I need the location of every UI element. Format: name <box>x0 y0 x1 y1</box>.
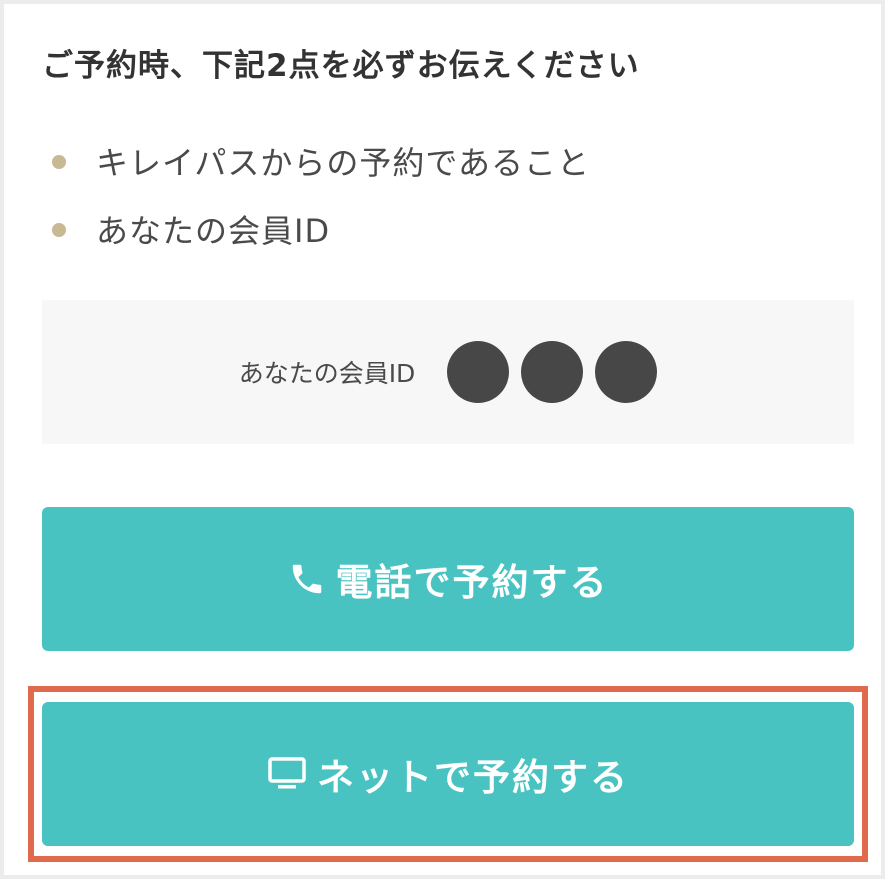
highlight-box <box>28 686 868 862</box>
member-id-box: あなたの会員ID <box>42 300 854 444</box>
list-item: キレイパスからの予約であること <box>52 127 590 195</box>
bullet-icon <box>52 223 66 237</box>
masked-digit <box>447 341 510 403</box>
member-id-value <box>447 341 658 403</box>
member-id-label: あなたの会員ID <box>238 359 416 388</box>
page-frame: ご予約時、下記2点を必ずお伝えください キレイパスからの予約であること あなたの… <box>0 0 885 879</box>
masked-digit <box>595 341 658 403</box>
list-item-label: キレイパスからの予約であること <box>96 144 591 182</box>
list-item: あなたの会員ID <box>52 195 590 263</box>
list-item-label: あなたの会員ID <box>96 212 331 250</box>
masked-digit <box>521 341 584 403</box>
bullet-icon <box>52 155 66 169</box>
phone-icon <box>288 560 326 598</box>
phone-reserve-label: 電話で予約する <box>335 561 609 604</box>
notice-list: キレイパスからの予約であること あなたの会員ID <box>52 127 590 263</box>
phone-reserve-button[interactable]: 電話で予約する <box>42 507 854 651</box>
notice-heading: ご予約時、下記2点を必ずお伝えください <box>42 48 640 84</box>
